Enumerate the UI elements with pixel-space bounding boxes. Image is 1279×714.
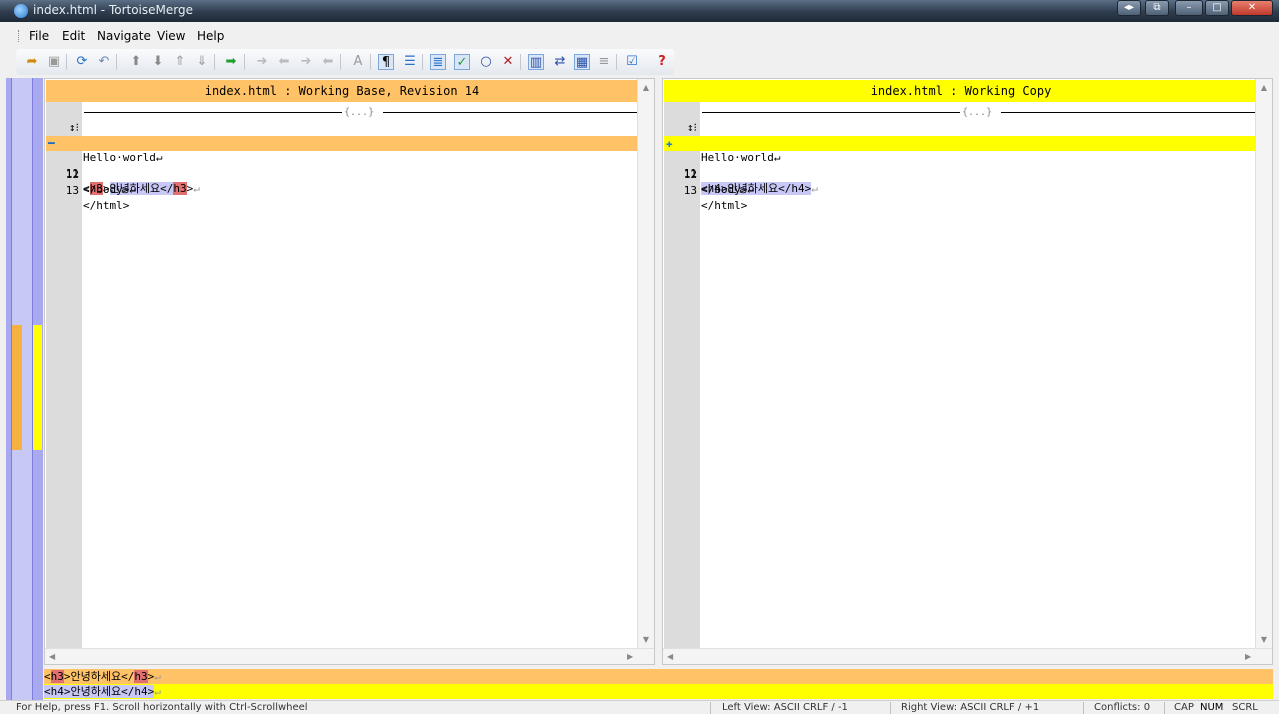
settings-icon[interactable]: ☑ xyxy=(624,54,640,70)
window-title: index.html - TortoiseMerge xyxy=(33,3,193,17)
last-diff-icon[interactable]: ⇓ xyxy=(194,54,210,70)
open-icon[interactable]: ➦ xyxy=(24,54,40,70)
code-line-changed[interactable]: ━ 11 <h3>안녕하세요</h3>↵ xyxy=(46,136,639,195)
prev-diff-icon[interactable]: ⬆ xyxy=(128,54,144,70)
code-line[interactable]: 13 </html> xyxy=(46,168,639,212)
left-pane[interactable]: index.html : Working Base, Revision 14 ↕… xyxy=(44,78,655,665)
menu-file[interactable]: File xyxy=(29,29,49,43)
toolbar: ➦ ▣ ⟳ ↶ ⬆ ⬇ ⇑ ⇓ ➡ ➜ ⬅ ➜ ⬅ A ¶ ☰ ≣ ✓ ○ ✕ … xyxy=(16,49,674,75)
menu-help[interactable]: Help xyxy=(197,29,224,43)
reload-icon[interactable]: ⟳ xyxy=(74,54,90,70)
collapse-text: {...} xyxy=(962,107,993,118)
right-horizontal-scrollbar[interactable]: ◀ ▶ xyxy=(663,648,1272,664)
tortoisemerge-app-icon xyxy=(14,4,28,18)
inline-diff-icon[interactable]: ☰ xyxy=(402,54,418,70)
code-line[interactable]: 10 Hello·world↵ xyxy=(664,120,1257,164)
status-left-view: Left View: ASCII CRLF / -1 xyxy=(722,702,848,713)
tortoisemerge-window: index.html - TortoiseMerge ◂▸ ⧉ – □ ✕ Fi… xyxy=(0,0,1279,714)
code-line[interactable]: 12 </body>↵ xyxy=(46,152,639,196)
locator-change-left xyxy=(12,325,22,450)
right-pane[interactable]: index.html : Working Copy ↕⁝ {...} 10 He… xyxy=(662,78,1273,665)
use-left-icon[interactable]: ➜ xyxy=(254,54,270,70)
minimize-button[interactable]: – xyxy=(1175,0,1203,16)
maximize-button[interactable]: □ xyxy=(1205,0,1229,16)
menu-edit[interactable]: Edit xyxy=(62,29,85,43)
cancel-icon[interactable]: ✕ xyxy=(500,54,516,70)
save-icon[interactable]: ▣ xyxy=(46,54,62,70)
whitespace-icon[interactable]: ¶ xyxy=(378,54,394,70)
status-cap: CAP xyxy=(1174,702,1194,713)
code-line[interactable]: 12 </body>↵ xyxy=(664,152,1257,196)
diff-strip-right: <h4>안녕하세요</h4>↵ xyxy=(44,684,1273,699)
use-right-icon[interactable]: ⬅ xyxy=(276,54,292,70)
left-pane-header: index.html : Working Base, Revision 14 xyxy=(46,80,638,102)
word-diff-icon[interactable]: A xyxy=(350,54,366,70)
help-icon[interactable]: ? xyxy=(654,54,670,70)
removed-marker-icon: ━ xyxy=(48,137,55,150)
left-vertical-scrollbar[interactable]: ▲ ▼ xyxy=(637,79,654,649)
menu-view[interactable]: View xyxy=(157,29,185,43)
use-block-icon[interactable]: ➡ xyxy=(223,54,239,70)
close-button[interactable]: ✕ xyxy=(1231,0,1273,16)
collapse-icon[interactable]: ≣ xyxy=(430,54,446,70)
restore-icon[interactable]: ◂▸ xyxy=(1117,0,1141,16)
two-pane-icon[interactable]: ⇄ xyxy=(552,54,568,70)
lines-icon[interactable]: ≡ xyxy=(596,54,612,70)
collapse-row[interactable]: ↕⁝ {...} xyxy=(46,105,639,134)
code-line[interactable]: 13 </html> xyxy=(664,168,1257,212)
status-num: NUM xyxy=(1200,702,1224,713)
one-pane-icon[interactable]: ▥ xyxy=(528,54,544,70)
status-conflicts: Conflicts: 0 xyxy=(1094,702,1151,713)
popout-icon[interactable]: ⧉ xyxy=(1145,0,1169,16)
three-pane-icon[interactable]: ▦ xyxy=(574,54,590,70)
use-left-first-icon[interactable]: ➜ xyxy=(298,54,314,70)
code-line-changed[interactable]: ✚ 11 <h4>안녕하세요</h4>↵ xyxy=(664,136,1257,195)
menu-navigate[interactable]: Navigate xyxy=(97,29,151,43)
collapse-text: {...} xyxy=(344,107,375,118)
first-diff-icon[interactable]: ⇑ xyxy=(172,54,188,70)
status-help: For Help, press F1. Scroll horizontally … xyxy=(16,702,308,713)
status-scrl: SCRL xyxy=(1232,702,1258,713)
menu-grip xyxy=(18,30,20,42)
undo-icon[interactable]: ↶ xyxy=(96,54,112,70)
collapse-row[interactable]: ↕⁝ {...} xyxy=(664,105,1257,134)
right-vertical-scrollbar[interactable]: ▲ ▼ xyxy=(1255,79,1272,649)
left-horizontal-scrollbar[interactable]: ◀ ▶ xyxy=(45,648,654,664)
diff-strip-left: <h3>안녕하세요</h3>↵ xyxy=(44,669,1273,684)
next-diff-icon[interactable]: ⬇ xyxy=(150,54,166,70)
use-right-first-icon[interactable]: ⬅ xyxy=(320,54,336,70)
code-line[interactable]: 10 Hello·world↵ xyxy=(46,120,639,164)
locator-change-right xyxy=(33,325,42,450)
status-bar: For Help, press F1. Scroll horizontally … xyxy=(0,700,1279,714)
title-bar: index.html - TortoiseMerge ◂▸ ⧉ – □ ✕ xyxy=(0,0,1279,22)
menu-bar: File Edit Navigate View Help xyxy=(0,26,1279,46)
added-marker-icon: ✚ xyxy=(666,137,673,150)
status-right-view: Right View: ASCII CRLF / +1 xyxy=(901,702,1040,713)
mark-resolved-icon[interactable]: ✓ xyxy=(454,54,470,70)
right-pane-header: index.html : Working Copy xyxy=(664,80,1258,102)
circle-icon[interactable]: ○ xyxy=(478,54,494,70)
